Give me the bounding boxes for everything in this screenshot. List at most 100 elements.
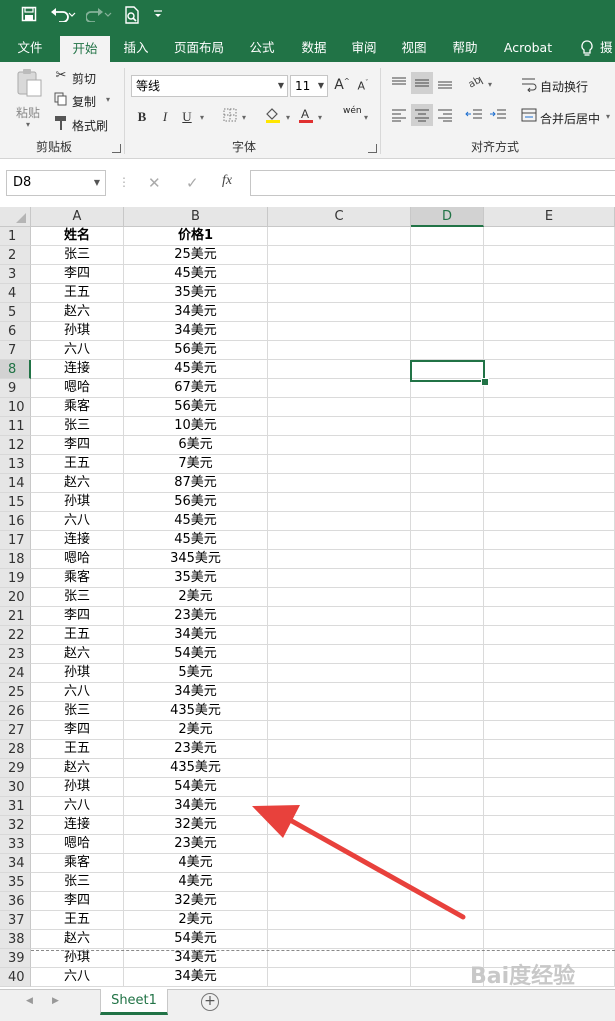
copy-dropdown-icon[interactable]: ▾ [106, 95, 110, 104]
cell-d24[interactable] [411, 664, 484, 683]
tab-help[interactable]: 帮助 [443, 34, 487, 62]
cell-b29[interactable]: 435美元 [124, 759, 268, 778]
cell-d33[interactable] [411, 835, 484, 854]
merge-center-icon[interactable] [520, 108, 538, 126]
cell-b30[interactable]: 54美元 [124, 778, 268, 797]
cell-d1[interactable] [411, 227, 484, 246]
cell-d28[interactable] [411, 740, 484, 759]
cell-a25[interactable]: 六八 [31, 683, 124, 702]
row-header[interactable]: 4 [0, 284, 31, 303]
borders-icon[interactable] [222, 108, 238, 126]
cell-d29[interactable] [411, 759, 484, 778]
cell-b9[interactable]: 67美元 [124, 379, 268, 398]
cell-e22[interactable] [484, 626, 615, 645]
cell-a30[interactable]: 孙琪 [31, 778, 124, 797]
cell-d31[interactable] [411, 797, 484, 816]
tell-me-icon[interactable] [572, 34, 602, 62]
cell-e7[interactable] [484, 341, 615, 360]
row-header[interactable]: 8 [0, 360, 31, 379]
row-header[interactable]: 24 [0, 664, 31, 683]
align-center-icon[interactable] [411, 104, 433, 126]
cut-button[interactable]: 剪切 [72, 70, 96, 87]
cell-b17[interactable]: 45美元 [124, 531, 268, 550]
cell-d35[interactable] [411, 873, 484, 892]
cell-d5[interactable] [411, 303, 484, 322]
row-header[interactable]: 29 [0, 759, 31, 778]
cell-c33[interactable] [268, 835, 411, 854]
cell-c2[interactable] [268, 246, 411, 265]
row-header[interactable]: 19 [0, 569, 31, 588]
cell-c26[interactable] [268, 702, 411, 721]
cell-e15[interactable] [484, 493, 615, 512]
cell-c20[interactable] [268, 588, 411, 607]
row-header[interactable]: 10 [0, 398, 31, 417]
select-all-corner[interactable] [0, 207, 31, 227]
scroll-right-icon[interactable]: ▶ [52, 996, 59, 1006]
cell-c15[interactable] [268, 493, 411, 512]
cell-a15[interactable]: 孙琪 [31, 493, 124, 512]
cell-c10[interactable] [268, 398, 411, 417]
row-header[interactable]: 28 [0, 740, 31, 759]
cell-c35[interactable] [268, 873, 411, 892]
row-header[interactable]: 25 [0, 683, 31, 702]
orientation-dropdown-icon[interactable]: ▾ [488, 80, 492, 89]
cell-d32[interactable] [411, 816, 484, 835]
cell-d14[interactable] [411, 474, 484, 493]
cell-d3[interactable] [411, 265, 484, 284]
tab-formulas[interactable]: 公式 [240, 34, 284, 62]
cell-c39[interactable] [268, 949, 411, 968]
cell-a32[interactable]: 连接 [31, 816, 124, 835]
cell-b13[interactable]: 7美元 [124, 455, 268, 474]
copy-button[interactable]: 复制 [72, 93, 96, 110]
cell-a5[interactable]: 赵六 [31, 303, 124, 322]
cell-c29[interactable] [268, 759, 411, 778]
font-color-dropdown-icon[interactable]: ▾ [318, 113, 322, 122]
cell-d23[interactable] [411, 645, 484, 664]
tab-insert[interactable]: 插入 [114, 34, 158, 62]
cell-a39[interactable]: 孙琪 [31, 949, 124, 968]
cell-e16[interactable] [484, 512, 615, 531]
cell-c6[interactable] [268, 322, 411, 341]
bold-button[interactable]: B [135, 109, 149, 125]
cell-a27[interactable]: 李四 [31, 721, 124, 740]
add-sheet-icon[interactable]: + [201, 993, 219, 1011]
cell-d12[interactable] [411, 436, 484, 455]
row-header[interactable]: 32 [0, 816, 31, 835]
cell-b33[interactable]: 23美元 [124, 835, 268, 854]
cell-b38[interactable]: 54美元 [124, 930, 268, 949]
row-header[interactable]: 37 [0, 911, 31, 930]
redo-icon[interactable] [84, 6, 114, 28]
increase-font-size-icon[interactable]: A^ [334, 77, 350, 93]
cell-a3[interactable]: 李四 [31, 265, 124, 284]
cell-e37[interactable] [484, 911, 615, 930]
cell-b8[interactable]: 45美元 [124, 360, 268, 379]
wrap-text-button[interactable]: 自动换行 [540, 78, 588, 95]
cell-e13[interactable] [484, 455, 615, 474]
sheet-tab[interactable]: Sheet1 [100, 989, 168, 1015]
align-left-icon[interactable] [390, 108, 408, 126]
cell-b18[interactable]: 345美元 [124, 550, 268, 569]
active-cell-d8[interactable] [410, 360, 485, 382]
row-header[interactable]: 1 [0, 227, 31, 246]
cell-e3[interactable] [484, 265, 615, 284]
cell-d10[interactable] [411, 398, 484, 417]
cell-b22[interactable]: 34美元 [124, 626, 268, 645]
cell-e19[interactable] [484, 569, 615, 588]
cell-b23[interactable]: 54美元 [124, 645, 268, 664]
cell-b34[interactable]: 4美元 [124, 854, 268, 873]
row-header[interactable]: 35 [0, 873, 31, 892]
fill-color-dropdown-icon[interactable]: ▾ [286, 113, 290, 122]
cell-b40[interactable]: 34美元 [124, 968, 268, 987]
row-header[interactable]: 21 [0, 607, 31, 626]
column-header-b[interactable]: B [124, 207, 268, 227]
cell-a40[interactable]: 六八 [31, 968, 124, 987]
copy-icon[interactable] [52, 92, 70, 110]
cell-e8[interactable] [484, 360, 615, 379]
row-header[interactable]: 33 [0, 835, 31, 854]
cell-d36[interactable] [411, 892, 484, 911]
cell-a23[interactable]: 赵六 [31, 645, 124, 664]
cell-a6[interactable]: 孙琪 [31, 322, 124, 341]
cell-c23[interactable] [268, 645, 411, 664]
borders-dropdown-icon[interactable]: ▾ [242, 113, 246, 122]
cell-e6[interactable] [484, 322, 615, 341]
